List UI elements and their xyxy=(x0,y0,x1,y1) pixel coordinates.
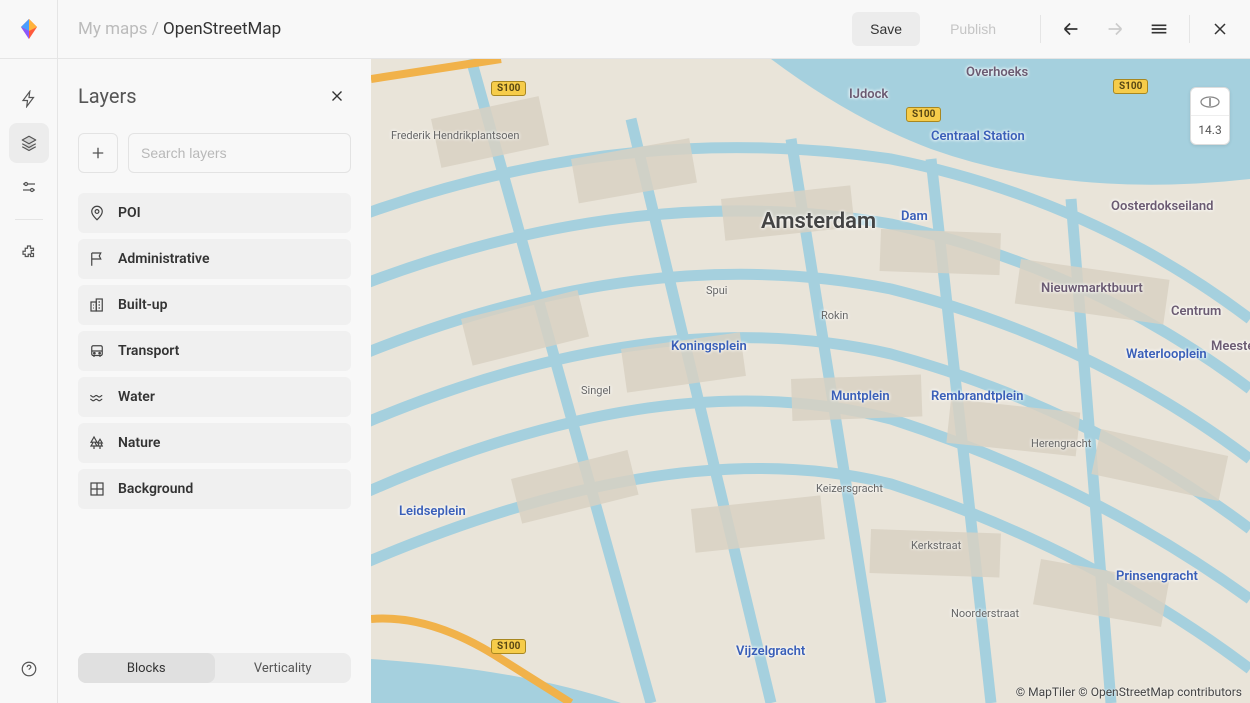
pin-icon xyxy=(88,204,106,222)
layer-label: Administrative xyxy=(118,251,210,267)
layer-label: Built-up xyxy=(118,297,168,313)
layer-label: POI xyxy=(118,205,141,221)
layer-label: Water xyxy=(118,389,155,405)
layer-label: Nature xyxy=(118,435,160,451)
redo-button xyxy=(1093,7,1137,51)
search-layers-input[interactable] xyxy=(128,133,351,173)
layer-item-builtup[interactable]: Built-up xyxy=(78,285,351,325)
zoom-widget: 14.3 xyxy=(1190,87,1230,145)
app-logo[interactable] xyxy=(0,0,58,58)
road-shield: S100 xyxy=(491,81,526,96)
sidenav-settings[interactable] xyxy=(9,167,49,207)
buildings-icon xyxy=(88,296,106,314)
layer-label: Transport xyxy=(118,343,179,359)
road-shield: S100 xyxy=(491,639,526,654)
water-icon xyxy=(88,388,106,406)
layer-item-nature[interactable]: Nature xyxy=(78,423,351,463)
add-layer-button[interactable] xyxy=(78,133,118,173)
sidenav-plugins[interactable] xyxy=(9,232,49,272)
sidenav-quick[interactable] xyxy=(9,79,49,119)
undo-button[interactable] xyxy=(1049,7,1093,51)
flag-icon xyxy=(88,250,106,268)
sidenav-layers[interactable] xyxy=(9,123,49,163)
breadcrumb-current: OpenStreetMap xyxy=(163,19,281,39)
trees-icon xyxy=(88,434,106,452)
panel-title: Layers xyxy=(78,84,137,108)
map-attribution[interactable]: © MapTiler © OpenStreetMap contributors xyxy=(1016,685,1242,699)
layer-item-poi[interactable]: POI xyxy=(78,193,351,233)
zoom-level: 14.3 xyxy=(1191,116,1229,144)
close-button[interactable] xyxy=(1198,7,1242,51)
grid-icon xyxy=(88,480,106,498)
compass-button[interactable] xyxy=(1191,88,1229,116)
breadcrumb: My maps / OpenStreetMap xyxy=(78,19,852,39)
tab-verticality[interactable]: Verticality xyxy=(215,653,352,683)
road-shield: S100 xyxy=(1113,79,1148,94)
panel-close-button[interactable] xyxy=(323,82,351,110)
publish-button: Publish xyxy=(932,12,1014,46)
layer-item-background[interactable]: Background xyxy=(78,469,351,509)
tab-blocks[interactable]: Blocks xyxy=(78,653,215,683)
map-canvas[interactable]: Amsterdam Dam Koningsplein Muntplein Rem… xyxy=(371,59,1250,703)
menu-button[interactable] xyxy=(1137,7,1181,51)
layer-item-water[interactable]: Water xyxy=(78,377,351,417)
save-button[interactable]: Save xyxy=(852,12,920,46)
layer-item-administrative[interactable]: Administrative xyxy=(78,239,351,279)
layer-item-transport[interactable]: Transport xyxy=(78,331,351,371)
sidenav-help[interactable] xyxy=(9,649,49,689)
breadcrumb-prefix[interactable]: My maps / xyxy=(78,19,163,39)
bus-icon xyxy=(88,342,106,360)
layer-label: Background xyxy=(118,481,193,497)
road-shield: S100 xyxy=(906,107,941,122)
